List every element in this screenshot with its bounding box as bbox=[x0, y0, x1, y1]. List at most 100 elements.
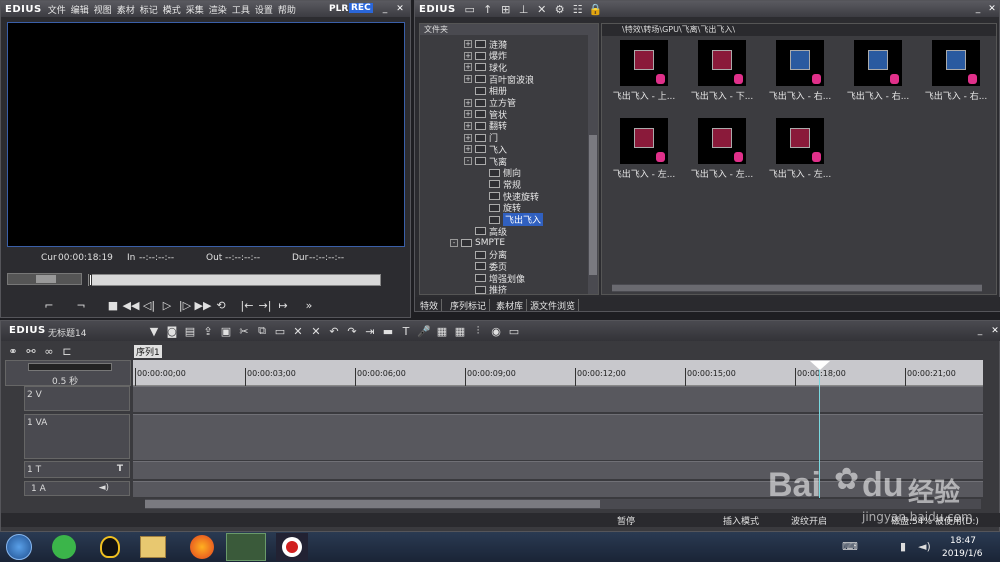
save-icon[interactable]: ▣ bbox=[218, 324, 234, 338]
mixer-icon[interactable]: ⫶ bbox=[470, 324, 486, 338]
tree-item[interactable]: - SMPTE bbox=[450, 237, 505, 249]
add-clip-icon[interactable]: ⊞ bbox=[498, 2, 514, 16]
clock-time[interactable]: 18:47 bbox=[950, 536, 976, 546]
track-head-1a[interactable]: 1 A ◄) bbox=[24, 481, 130, 496]
taskbar-app-360[interactable] bbox=[52, 535, 76, 559]
taskbar-app-edius[interactable] bbox=[226, 533, 266, 561]
expand-icon[interactable]: + bbox=[464, 40, 472, 48]
volume-icon[interactable]: ◄) bbox=[918, 540, 931, 553]
microphone-icon[interactable]: 🎤 bbox=[416, 324, 432, 338]
close-icon[interactable]: ✕ bbox=[394, 3, 406, 15]
step-forward-icon[interactable]: |▷ bbox=[177, 298, 193, 312]
insert-icon[interactable]: |← bbox=[239, 298, 255, 312]
expand-icon[interactable]: + bbox=[464, 98, 472, 107]
tab-clip-library[interactable]: 素材库 bbox=[493, 299, 528, 312]
minimize-icon[interactable]: _ bbox=[379, 3, 391, 15]
tree-item[interactable]: + 立方管 bbox=[464, 97, 516, 109]
copy-icon[interactable]: ⧉ bbox=[254, 324, 270, 338]
effect-label[interactable]: 飞出飞入 - 左... bbox=[609, 167, 679, 180]
render-icon[interactable]: ▦ bbox=[434, 324, 450, 338]
link-icon[interactable]: ⚭ bbox=[5, 344, 21, 358]
snapshot-icon[interactable]: ◙ bbox=[164, 324, 180, 338]
effect-thumbnail[interactable] bbox=[620, 118, 668, 164]
start-button[interactable] bbox=[6, 534, 32, 560]
track-head-2v[interactable]: 2 V bbox=[24, 386, 130, 411]
effect-label[interactable]: 飞出飞入 - 右... bbox=[765, 89, 835, 102]
step-back-icon[interactable]: ◁| bbox=[141, 298, 157, 312]
bin-minimize-icon[interactable]: _ bbox=[972, 3, 984, 15]
play-icon[interactable]: ▷ bbox=[159, 298, 175, 312]
clip-scrollbar[interactable] bbox=[612, 284, 982, 292]
tree-item[interactable]: + 爆炸 bbox=[464, 50, 507, 62]
properties-icon[interactable]: ⚙ bbox=[552, 2, 568, 16]
effect-label[interactable]: 飞出飞入 - 右... bbox=[843, 89, 913, 102]
tree-item[interactable]: + 球化 bbox=[464, 61, 507, 74]
title-icon[interactable]: T bbox=[398, 324, 414, 338]
cut-icon[interactable]: ✂ bbox=[236, 324, 252, 338]
taskbar-app-qq[interactable] bbox=[100, 536, 120, 558]
tree-item[interactable]: 常规 bbox=[478, 178, 521, 191]
delete-clip-icon[interactable]: ✕ bbox=[290, 324, 306, 338]
tree-item[interactable]: - 飞离 bbox=[464, 155, 507, 168]
snap-icon[interactable]: ⊏ bbox=[59, 344, 75, 358]
loop-icon[interactable]: ⟲ bbox=[213, 298, 229, 312]
tree-item[interactable]: 相册 bbox=[464, 85, 507, 97]
sequence-tab[interactable]: 序列1 bbox=[134, 345, 162, 358]
delete-icon[interactable]: ✕ bbox=[534, 2, 550, 16]
effect-label[interactable]: 飞出飞入 - 右... bbox=[921, 89, 991, 102]
plr-toggle[interactable]: PLR bbox=[329, 4, 348, 14]
overwrite-icon[interactable]: →| bbox=[257, 298, 273, 312]
tree-item[interactable]: + 门 bbox=[464, 132, 498, 144]
menu-file[interactable]: 文件 bbox=[48, 3, 66, 16]
fast-forward-icon[interactable]: ▶▶ bbox=[195, 298, 212, 312]
grid-icon[interactable]: ▦ bbox=[452, 324, 468, 338]
speaker-icon[interactable]: ◄) bbox=[99, 483, 109, 493]
menu-mode[interactable]: 模式 bbox=[163, 3, 181, 16]
menu-edit[interactable]: 编辑 bbox=[71, 3, 89, 16]
taskbar-app-recorder[interactable] bbox=[276, 533, 308, 561]
expand-icon[interactable]: + bbox=[464, 121, 472, 130]
track-2v[interactable] bbox=[133, 386, 983, 413]
tree-item[interactable]: 快速旋转 bbox=[478, 190, 539, 203]
playhead-marker-icon[interactable] bbox=[810, 361, 830, 370]
menu-view[interactable]: 视图 bbox=[94, 3, 112, 16]
trim-icon[interactable]: ▬ bbox=[380, 324, 396, 338]
tree-item[interactable]: 高级 bbox=[464, 225, 507, 238]
stop-icon[interactable]: ■ bbox=[105, 298, 121, 312]
sync-icon[interactable]: ∞ bbox=[41, 344, 57, 358]
split-icon[interactable]: ⇥ bbox=[362, 324, 378, 338]
tree-item[interactable]: + 飞入 bbox=[464, 143, 507, 156]
expand-icon[interactable]: + bbox=[464, 51, 472, 60]
keyboard-icon[interactable]: ⌨ bbox=[842, 540, 858, 553]
tree-item[interactable]: 增强划像 bbox=[464, 272, 525, 285]
tab-effects[interactable]: 特效 bbox=[417, 299, 443, 312]
menu-settings[interactable]: 设置 bbox=[255, 3, 273, 16]
menu-clip[interactable]: 素材 bbox=[117, 3, 135, 16]
tree-item[interactable]: + 百叶窗波浪 bbox=[464, 73, 534, 86]
clock-date[interactable]: 2019/1/6 bbox=[942, 549, 982, 559]
timeline-minimize-icon[interactable]: _ bbox=[974, 325, 986, 337]
tree-item[interactable]: + 翻转 bbox=[464, 120, 507, 132]
timeline-ruler[interactable]: 00:00:00;00 00:00:03;00 00:00:06;00 00:00:0… bbox=[133, 360, 983, 386]
set-in-icon[interactable]: ⌐ bbox=[41, 298, 57, 312]
undo-icon[interactable]: ↶ bbox=[326, 324, 342, 338]
menu-marker[interactable]: 标记 bbox=[140, 3, 158, 16]
tree-item[interactable]: 委页 bbox=[464, 260, 507, 273]
tree-item[interactable]: 推挤 bbox=[464, 284, 507, 294]
taskbar-app-explorer[interactable] bbox=[140, 536, 166, 558]
tree-item[interactable]: + 涟漪 bbox=[464, 38, 507, 51]
menu-tools[interactable]: 工具 bbox=[232, 3, 250, 16]
expand-icon[interactable]: + bbox=[464, 110, 472, 119]
folder-icon[interactable]: ▭ bbox=[462, 2, 478, 16]
up-folder-icon[interactable]: ↑ bbox=[480, 2, 496, 16]
new-sequence-icon[interactable]: ▼ bbox=[146, 324, 162, 338]
timeline-close-icon[interactable]: ✕ bbox=[989, 325, 1000, 337]
rewind-icon[interactable]: ◀◀ bbox=[123, 298, 140, 312]
set-out-icon[interactable]: ¬ bbox=[73, 298, 89, 312]
menu-help[interactable]: 帮助 bbox=[278, 3, 296, 16]
scrub-bar[interactable] bbox=[88, 274, 381, 286]
tree-scrollbar[interactable] bbox=[588, 35, 598, 294]
effect-label[interactable]: 飞出飞入 - 下... bbox=[687, 89, 757, 102]
export-icon[interactable]: ⇪ bbox=[200, 324, 216, 338]
effect-thumbnail[interactable] bbox=[854, 40, 902, 86]
